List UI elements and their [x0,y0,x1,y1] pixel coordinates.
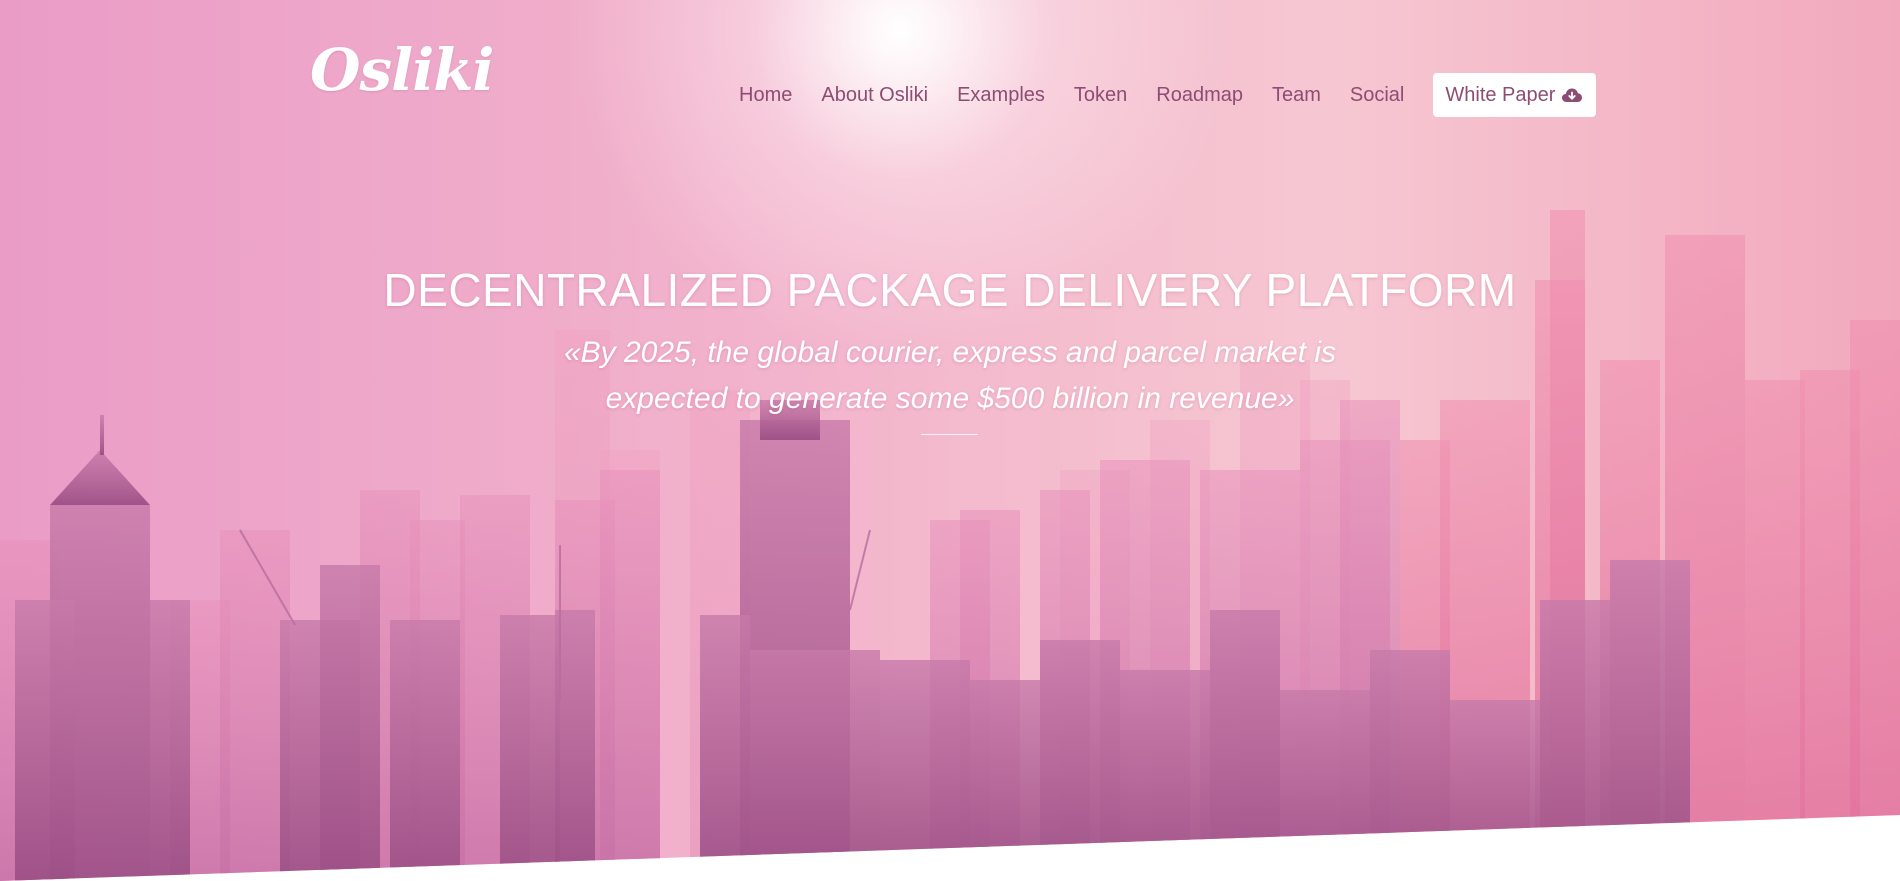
white-paper-label: White Paper [1445,83,1556,106]
nav-item-team[interactable]: Team [1272,73,1321,117]
nav-item-examples[interactable]: Examples [957,73,1045,117]
site-logo[interactable]: Osliki [310,36,494,104]
hero-quote: «By 2025, the global courier, express an… [563,336,1337,415]
cloud-download-icon [1562,88,1583,102]
nav-item-token[interactable]: Token [1074,73,1127,117]
nav-item-about[interactable]: About Osliki [821,73,928,117]
nav-item-home[interactable]: Home [739,73,792,117]
nav-item-social[interactable]: Social [1350,73,1404,117]
page: Osliki Home About Osliki Examples Token … [0,0,1900,881]
main-navigation: Home About Osliki Examples Token Roadmap… [739,73,1597,117]
city-skyline-image [0,210,1900,881]
hero-divider [921,434,978,435]
white-paper-button[interactable]: White Paper [1433,73,1597,117]
hero-title: DECENTRALIZED PACKAGE DELIVERY PLATFORM [383,263,1517,316]
nav-item-roadmap[interactable]: Roadmap [1156,73,1243,117]
hero-section [0,0,1900,881]
